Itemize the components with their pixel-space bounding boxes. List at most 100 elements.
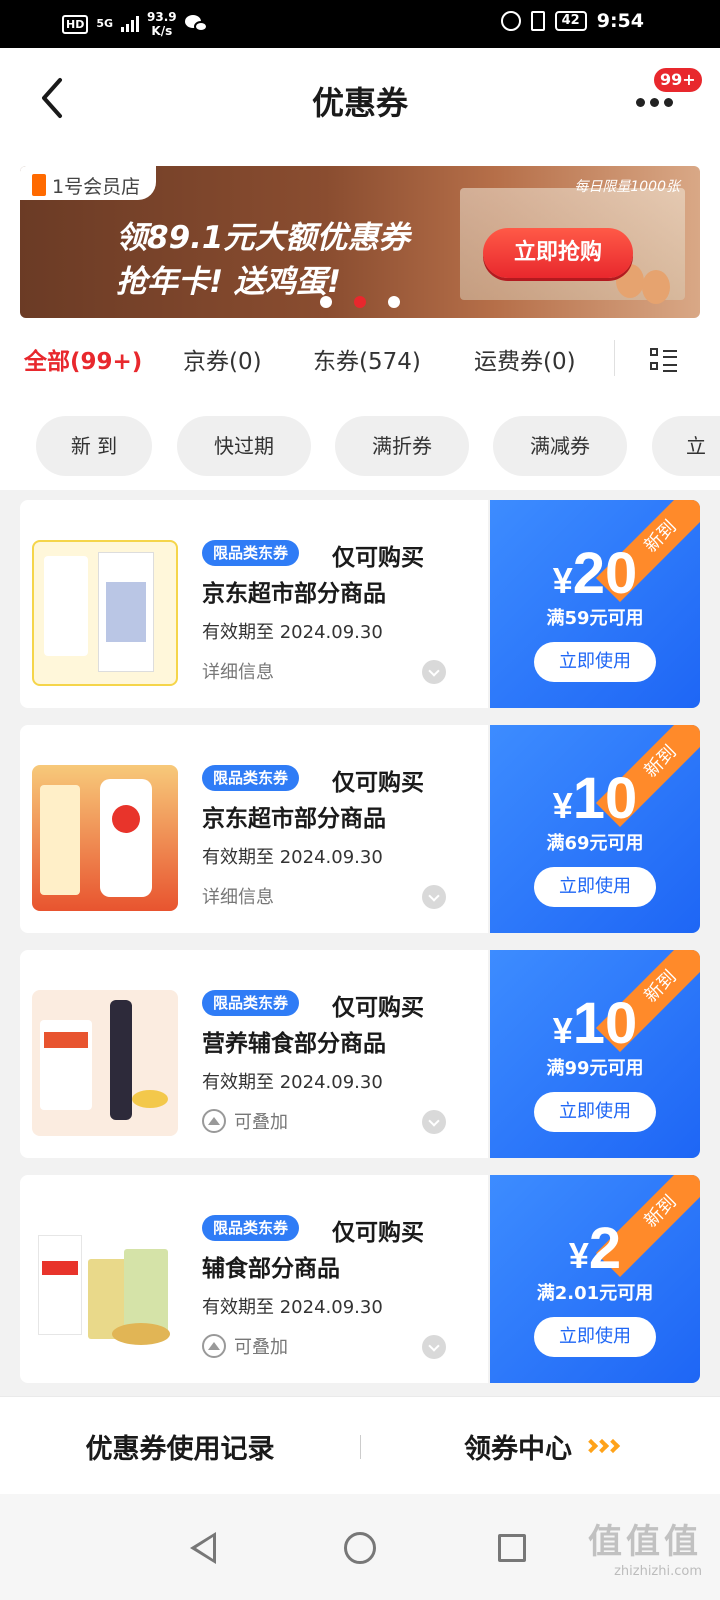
chevron-down-icon[interactable] — [422, 660, 446, 684]
product-thumbnail — [32, 1215, 178, 1361]
nav-home-icon[interactable] — [344, 1532, 376, 1564]
use-now-button[interactable]: 立即使用 — [534, 1317, 656, 1357]
coupon-amount: ¥20 — [490, 540, 700, 607]
coupon-detail-link[interactable]: 详细信息 — [202, 658, 274, 684]
banner-subheadline: 抢年卡! 送鸡蛋! — [116, 264, 342, 300]
currency-symbol: ¥ — [552, 560, 573, 601]
filter-expiring[interactable]: 快过期 — [177, 416, 311, 476]
store-logo-icon — [32, 174, 46, 196]
coupon-expiry: 有效期至 2024.09.30 — [202, 1072, 383, 1093]
coupon-amount-value: 10 — [572, 766, 638, 831]
carousel-dot[interactable] — [320, 296, 332, 308]
coupon-info[interactable]: 限品类东券 仅可购买 京东超市部分商品 有效期至 2024.09.30 详细信息 — [20, 725, 488, 933]
system-nav-bar: 值值值 zhizhizhi.com — [0, 1494, 720, 1600]
coupon-type-tag: 限品类东券 — [202, 540, 300, 566]
coupon-amount-value: 20 — [572, 541, 638, 606]
page-title: 优惠券 — [311, 84, 408, 122]
status-left: HD 5G 93.9 K/s — [62, 10, 209, 38]
store-logo: 1号会员店 — [20, 166, 157, 200]
watermark-logo: 值值值 — [588, 1522, 702, 1562]
filter-chips: 新 到 快过期 满折券 满减券 立 — [0, 398, 720, 490]
coupon-amount-value: 2 — [588, 1216, 622, 1281]
coupon-scope: 仅可购买 — [332, 1220, 424, 1246]
product-thumbnail — [32, 765, 178, 911]
bottom-action-bar: 优惠券使用记录 领券中心 — [0, 1396, 720, 1494]
coupon-scope-detail: 京东超市部分商品 — [202, 581, 386, 607]
carousel-dot[interactable] — [388, 296, 400, 308]
battery-icon: 42 — [554, 11, 587, 31]
stack-icon — [202, 1334, 226, 1358]
bottom-divider — [360, 1435, 361, 1459]
filter-new[interactable]: 新 到 — [36, 416, 152, 476]
coupon-value-panel: 新到 ¥2 满2.01元可用 立即使用 — [490, 1175, 700, 1383]
speed-unit: K/s — [151, 24, 173, 38]
coupon-amount-value: 10 — [572, 991, 638, 1056]
use-now-button[interactable]: 立即使用 — [534, 1092, 656, 1132]
filter-reduction[interactable]: 满减券 — [493, 416, 627, 476]
coupon-detail-label: 详细信息 — [202, 887, 274, 908]
coupon-scope-detail: 京东超市部分商品 — [202, 806, 386, 832]
currency-symbol: ¥ — [568, 1235, 589, 1276]
coupon-amount: ¥10 — [490, 990, 700, 1057]
double-chevron-right-icon[interactable] — [583, 1437, 621, 1459]
status-right: 42 9:54 — [500, 10, 644, 32]
filter-more[interactable]: 立 — [652, 416, 720, 476]
coupon-type-tag: 限品类东券 — [202, 1215, 300, 1241]
coupon-condition: 满99元可用 — [546, 1058, 644, 1079]
coupon-info[interactable]: 限品类东券 仅可购买 辅食部分商品 有效期至 2024.09.30 可叠加 — [20, 1175, 488, 1383]
product-thumbnail — [32, 540, 178, 686]
coupon-value-panel: 新到 ¥10 满69元可用 立即使用 — [490, 725, 700, 933]
coupon-detail-link[interactable]: 详细信息 — [202, 883, 274, 909]
hd-indicator: HD — [62, 14, 89, 34]
coupon-scope-detail: 辅食部分商品 — [202, 1256, 340, 1282]
use-now-button[interactable]: 立即使用 — [534, 642, 656, 682]
promo-banner[interactable]: 1号会员店 每日限量1000张 领89.1元大额优惠券 抢年卡! 送鸡蛋! 立即… — [20, 166, 700, 318]
tab-jing-coupon[interactable]: 京券(0) — [183, 342, 262, 376]
coupon-expiry: 有效期至 2024.09.30 — [202, 622, 383, 643]
coupon-value-panel: 新到 ¥20 满59元可用 立即使用 — [490, 500, 700, 708]
network-speed: 93.9 K/s — [147, 10, 177, 38]
coupon-history-button[interactable]: 优惠券使用记录 — [0, 1427, 360, 1466]
use-now-button[interactable]: 立即使用 — [534, 867, 656, 907]
network-type: 5G — [96, 17, 114, 30]
banner-headline: 领89.1元大额优惠券 — [116, 220, 410, 256]
status-bar: HD 5G 93.9 K/s 42 9:54 — [0, 0, 720, 48]
chevron-down-icon[interactable] — [422, 1110, 446, 1134]
chevron-down-icon[interactable] — [422, 885, 446, 909]
coupon-info[interactable]: 限品类东券 仅可购买 京东超市部分商品 有效期至 2024.09.30 详细信息 — [20, 500, 488, 708]
coupon-condition: 满2.01元可用 — [536, 1283, 654, 1304]
stack-icon — [202, 1109, 226, 1133]
signal-icon — [121, 16, 140, 32]
filter-discount[interactable]: 满折券 — [335, 416, 469, 476]
coupon-center-button[interactable]: 领券中心 — [464, 1427, 572, 1466]
nav-recents-icon[interactable] — [498, 1534, 526, 1562]
coupon-condition: 满69元可用 — [546, 833, 644, 854]
carousel-dots[interactable] — [20, 296, 700, 308]
coupon-scope: 仅可购买 — [332, 770, 424, 796]
coupon-stackable-label: 可叠加 — [234, 1337, 288, 1358]
coupon-info[interactable]: 限品类东券 仅可购买 营养辅食部分商品 有效期至 2024.09.30 可叠加 — [20, 950, 488, 1158]
clock: 9:54 — [596, 10, 644, 32]
chevron-down-icon[interactable] — [422, 1335, 446, 1359]
coupon-scope-detail: 营养辅食部分商品 — [202, 1031, 386, 1057]
tab-dong-coupon[interactable]: 东券(574) — [313, 342, 421, 376]
banner-buy-button[interactable]: 立即抢购 — [483, 228, 633, 278]
currency-symbol: ¥ — [552, 785, 573, 826]
message-badge: 99+ — [652, 66, 704, 94]
coupon-stackable-label: 可叠加 — [234, 1112, 288, 1133]
coupon-expiry: 有效期至 2024.09.30 — [202, 847, 383, 868]
tab-shipping-coupon[interactable]: 运费券(0) — [474, 342, 576, 376]
coupon-card: 限品类东券 仅可购买 营养辅食部分商品 有效期至 2024.09.30 可叠加 … — [20, 950, 700, 1158]
currency-symbol: ¥ — [552, 1010, 573, 1051]
coupon-scope: 仅可购买 — [332, 545, 424, 571]
carousel-dot-active[interactable] — [354, 296, 366, 308]
coupon-scope: 仅可购买 — [332, 995, 424, 1021]
coupon-expiry: 有效期至 2024.09.30 — [202, 1297, 383, 1318]
coupon-card: 限品类东券 仅可购买 京东超市部分商品 有效期至 2024.09.30 详细信息… — [20, 500, 700, 708]
tab-all[interactable]: 全部(99+) — [24, 342, 142, 376]
nav-back-icon[interactable] — [190, 1532, 216, 1564]
list-view-icon[interactable] — [650, 348, 678, 372]
vibrate-icon — [530, 11, 545, 31]
speed-value: 93.9 — [147, 10, 177, 24]
product-thumbnail — [32, 990, 178, 1136]
